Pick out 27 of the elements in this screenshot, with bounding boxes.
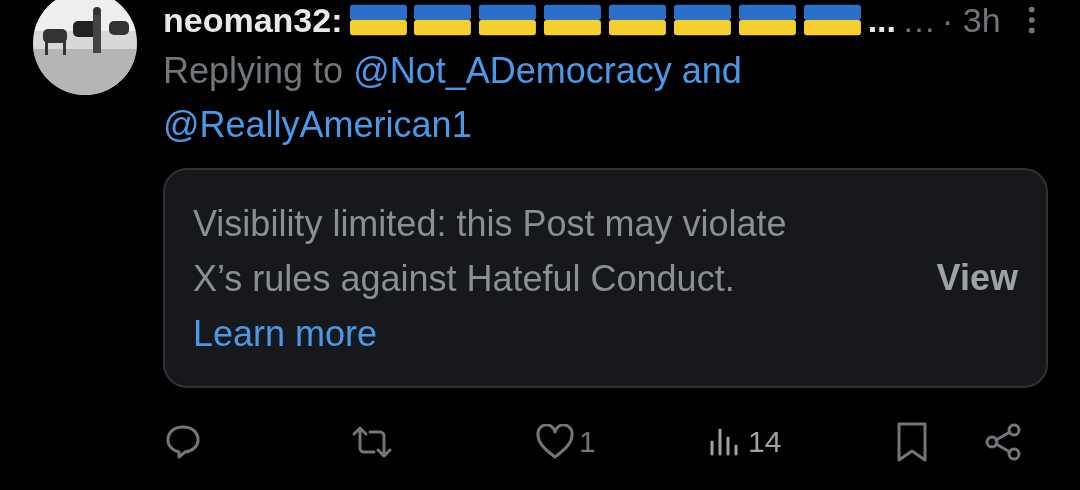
bookmark-icon: [895, 421, 929, 463]
author-name[interactable]: neoman32:: [163, 0, 343, 40]
name-ellipsis: ...: [867, 0, 896, 40]
and-text: and: [681, 50, 742, 91]
flag-icon: [478, 3, 538, 37]
flag-icon: [672, 3, 732, 37]
flag-icon: [543, 3, 603, 37]
more-icon[interactable]: [1026, 5, 1037, 35]
flag-icon: [737, 3, 797, 37]
heart-icon: [535, 424, 575, 460]
flag-icon: [348, 3, 408, 37]
share-icon: [983, 422, 1023, 462]
notice-text: Visibility limited: this Post may violate X’s rules against Hateful Conduct. Learn more: [193, 201, 788, 356]
mention-link[interactable]: @ReallyAmerican1: [163, 104, 472, 145]
flag-icon: [608, 3, 667, 37]
view-button[interactable]: View: [936, 257, 1018, 299]
replying-to-text: Replying to @Not_ADemocracy and @ReallyAmerican1: [163, 49, 743, 147]
mention-link[interactable]: @Not_ADemocracy: [353, 50, 672, 91]
views-button[interactable]: 14: [708, 424, 782, 460]
flag-icon: [413, 3, 473, 37]
learn-more-link[interactable]: Learn more: [193, 312, 378, 354]
share-button[interactable]: [983, 422, 1023, 462]
bookmark-button[interactable]: [895, 421, 929, 463]
flag-icon: [802, 3, 862, 37]
like-button[interactable]: 1: [535, 424, 596, 460]
name-overflow: …: [901, 0, 936, 40]
post-time: · 3h: [941, 0, 1001, 40]
